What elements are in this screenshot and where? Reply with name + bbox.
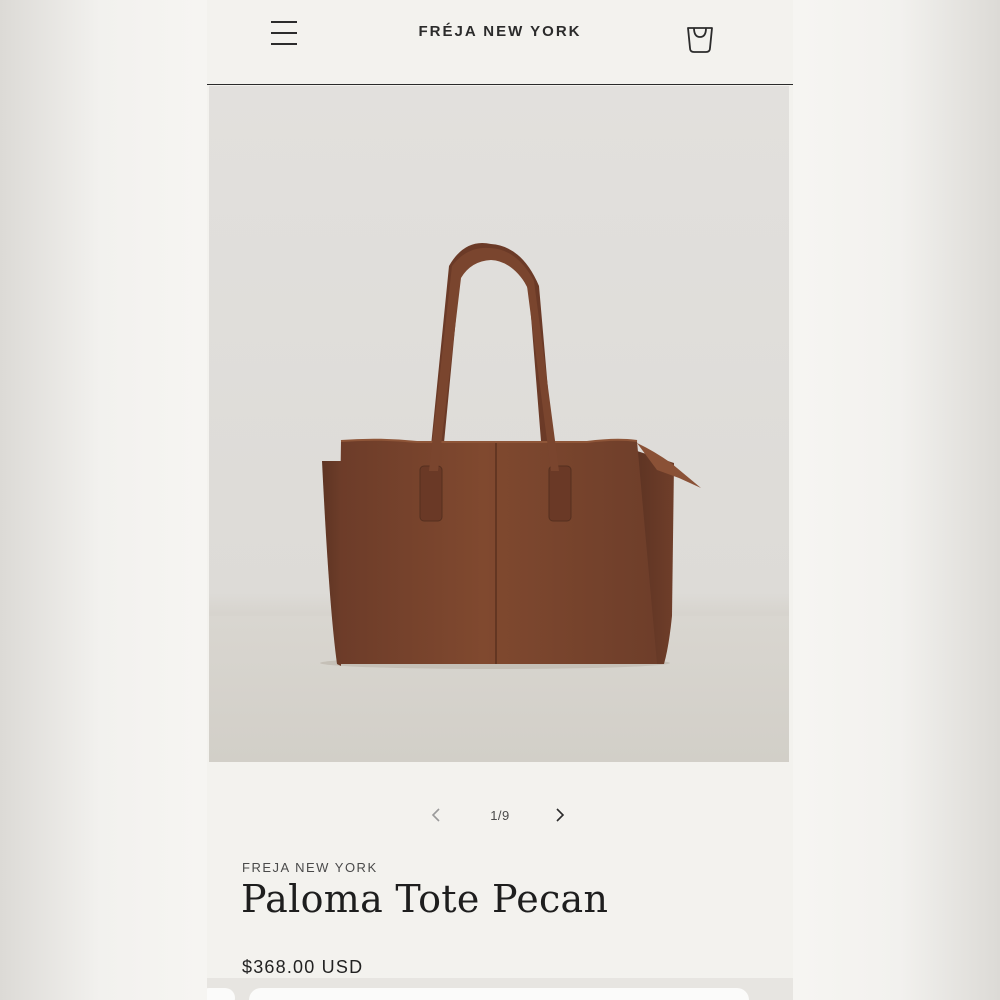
product-price: $368.00 USD — [242, 957, 364, 977]
product-page: FRÉJA NEW YORK 1/9 FREJA NEW YORK Paloma… — [207, 0, 793, 1000]
bottom-button[interactable] — [207, 988, 235, 1000]
gallery-pagination: 1/9 — [207, 800, 793, 830]
hamburger-menu-line — [271, 43, 297, 45]
bag-body — [340, 439, 657, 664]
bottom-toolbar — [207, 978, 793, 1000]
cart-button[interactable] — [685, 24, 715, 54]
shopping-bag-icon — [687, 27, 713, 53]
product-vendor: FREJA NEW YORK — [242, 860, 378, 875]
address-bar[interactable] — [249, 988, 749, 1000]
chevron-left-icon[interactable] — [429, 806, 443, 824]
image-counter: 1/9 — [490, 808, 510, 823]
product-image — [320, 242, 701, 669]
product-title: Paloma Tote Pecan — [241, 877, 609, 921]
product-image-gallery[interactable] — [209, 86, 789, 762]
site-header: FRÉJA NEW YORK — [207, 0, 793, 85]
chevron-right-icon[interactable] — [553, 806, 567, 824]
